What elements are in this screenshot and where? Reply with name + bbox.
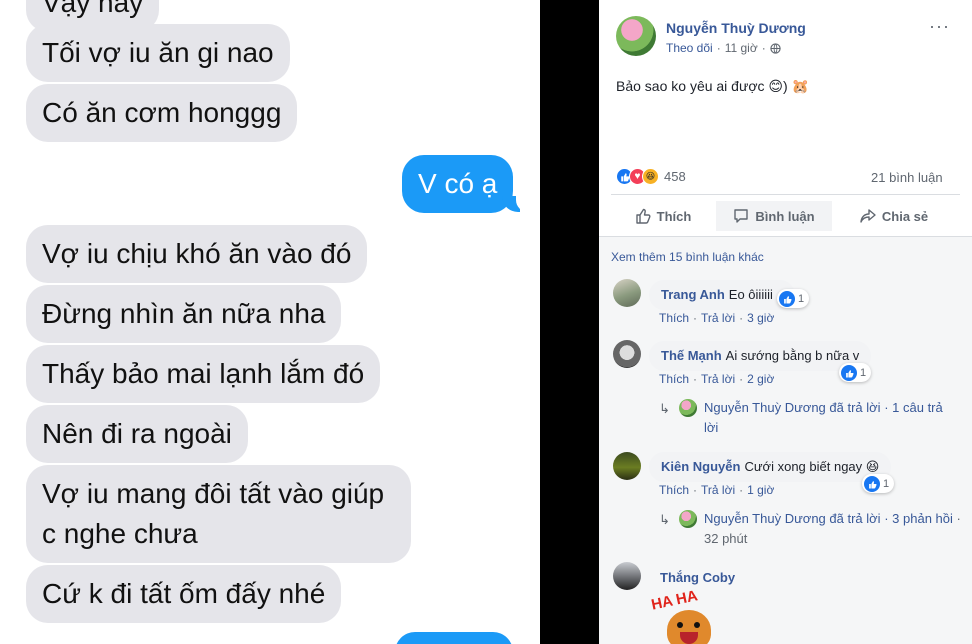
share-button[interactable]: Chia sẻ	[835, 201, 953, 231]
divider	[611, 194, 960, 195]
comment-reaction-count: 1	[860, 367, 867, 379]
comment-text: Ai sướng bằng b nữa v	[725, 348, 860, 363]
comment-bubble: Thế Mạnh Ai sướng bằng b nữa v	[649, 341, 872, 371]
chat-screenshot: Vậy nay Tối vợ iu ăn gi nao Có ăn cơm ho…	[0, 0, 540, 644]
like-reaction-icon	[841, 365, 857, 381]
commenter-name[interactable]: Thế Mạnh	[661, 348, 722, 363]
meta-separator: ·	[716, 41, 721, 55]
comment-reply-link[interactable]: Trả lời	[701, 372, 735, 386]
dog-face-icon	[667, 610, 711, 644]
separator: ·	[739, 483, 744, 497]
comment-actions: Thích · Trả lời · 3 giờ	[659, 311, 784, 325]
reply-arrow-icon: ↳	[659, 512, 670, 527]
comment-reactions[interactable]: 1	[777, 289, 810, 308]
separator: ·	[739, 311, 744, 325]
commenter-name[interactable]: Trang Anh	[661, 287, 725, 302]
comment-reactions[interactable]: 1	[862, 474, 895, 493]
chat-message: Đừng nhìn ăn nữa nha	[26, 285, 342, 343]
comment-button[interactable]: Bình luận	[716, 201, 832, 231]
author-name[interactable]: Nguyễn Thuỳ Dương	[666, 20, 806, 36]
post-text: Bảo sao ko yêu ai được 😊) 🐹	[616, 78, 809, 94]
reply-author-avatar	[679, 510, 697, 528]
facebook-post: Nguyễn Thuỳ Dương Theo dõi · 11 giờ · ··…	[599, 0, 972, 644]
reply-action: đã trả lời	[829, 511, 881, 526]
comment-button-label: Bình luận	[755, 208, 815, 224]
haha-reaction-icon: 😆	[642, 168, 659, 185]
post-meta: Theo dõi · 11 giờ ·	[666, 41, 781, 55]
comment-time[interactable]: 3 giờ	[747, 311, 774, 325]
view-more-comments-link[interactable]: Xem thêm 15 bình luận khác	[611, 250, 764, 264]
separator: ·	[693, 372, 698, 386]
comment-time[interactable]: 1 giờ	[747, 483, 774, 497]
like-reaction-icon	[864, 476, 880, 492]
commenter-name[interactable]: Kiên Nguyễn	[661, 459, 740, 474]
separator: ·	[693, 483, 698, 497]
like-button-label: Thích	[656, 208, 692, 224]
separator: ·	[956, 511, 961, 526]
reaction-summary[interactable]: ♥ 😆 458	[616, 168, 686, 185]
chat-message: Tối vợ iu ăn gi nao	[26, 24, 290, 82]
separator: ·	[693, 311, 698, 325]
like-button[interactable]: Thích	[611, 201, 715, 231]
commenter-avatar[interactable]	[613, 452, 641, 480]
comment-reply-link[interactable]: Trả lời	[701, 311, 735, 325]
commenter-name[interactable]: Thắng Coby	[660, 570, 735, 585]
chat-message: Có ăn cơm honggg	[26, 84, 298, 142]
chat-message-sent-partial	[395, 632, 513, 644]
comment-actions: Thích · Trả lời · 2 giờ	[659, 372, 784, 386]
chat-message: Cứ k đi tất ốm đấy nhé	[26, 565, 342, 623]
bubble-tail	[502, 194, 530, 212]
comment-reply-link[interactable]: Trả lời	[701, 483, 735, 497]
share-icon	[860, 209, 876, 223]
comment-reaction-count: 1	[798, 293, 805, 305]
like-reaction-icon	[779, 291, 795, 307]
image-divider	[540, 0, 599, 644]
reply-author: Nguyễn Thuỳ Dương	[704, 400, 826, 415]
commenter-avatar[interactable]	[613, 340, 641, 368]
reply-count: 3 phản hồi	[892, 511, 953, 526]
comment-like-link[interactable]: Thích	[659, 483, 689, 497]
comment-like-link[interactable]: Thích	[659, 372, 689, 386]
reply-arrow-icon: ↳	[659, 401, 670, 416]
commenter-avatar[interactable]	[613, 562, 641, 590]
author-avatar[interactable]	[616, 16, 656, 56]
chat-message: Thấy bảo mai lạnh lắm đó	[26, 345, 381, 403]
chat-message: Nên đi ra ngoài	[26, 405, 248, 463]
meta-separator: ·	[761, 41, 766, 55]
comment-time[interactable]: 2 giờ	[747, 372, 774, 386]
chat-message-sent: V có ạ	[402, 155, 514, 213]
separator: ·	[884, 400, 889, 415]
comment-text: Eo ôiiiiii	[728, 287, 773, 302]
reply-action: đã trả lời	[829, 400, 881, 415]
more-options-icon[interactable]: ···	[929, 16, 950, 37]
comment-icon	[734, 209, 749, 223]
comment-text: Cưới xong biết ngay 😆	[744, 459, 880, 474]
separator: ·	[884, 511, 889, 526]
reply-time: 32 phút	[704, 531, 748, 546]
chat-message: Vợ iu mang đôi tất vào giúp c nghe chưa	[26, 465, 411, 563]
reaction-count: 458	[664, 169, 686, 184]
reply-author: Nguyễn Thuỳ Dương	[704, 511, 826, 526]
chat-message: Vợ iu chịu khó ăn vào đó	[26, 225, 368, 283]
thumbs-up-icon	[635, 208, 651, 224]
comment-reaction-count: 1	[883, 478, 890, 490]
view-replies-link[interactable]: Nguyễn Thuỳ Dương đã trả lời · 1 câu trả…	[704, 398, 954, 438]
post-time[interactable]: 11 giờ	[725, 41, 758, 55]
share-button-label: Chia sẻ	[881, 208, 929, 224]
globe-icon	[770, 42, 781, 54]
commenter-avatar[interactable]	[613, 279, 641, 307]
follow-link[interactable]: Theo dõi	[666, 41, 713, 55]
comment-count[interactable]: 21 bình luận	[871, 170, 943, 185]
view-replies-link[interactable]: Nguyễn Thuỳ Dương đã trả lời · 3 phản hồ…	[704, 509, 964, 549]
comment-bubble: Kiên Nguyễn Cưới xong biết ngay 😆	[649, 452, 892, 482]
comment-bubble: Trang Anh Eo ôiiiiii	[649, 280, 795, 310]
separator: ·	[739, 372, 744, 386]
comment-reactions[interactable]: 1	[839, 363, 872, 382]
reply-author-avatar	[679, 399, 697, 417]
haha-sticker[interactable]: HA HA	[650, 587, 731, 644]
comment-like-link[interactable]: Thích	[659, 311, 689, 325]
comment-actions: Thích · Trả lời · 1 giờ	[659, 483, 784, 497]
